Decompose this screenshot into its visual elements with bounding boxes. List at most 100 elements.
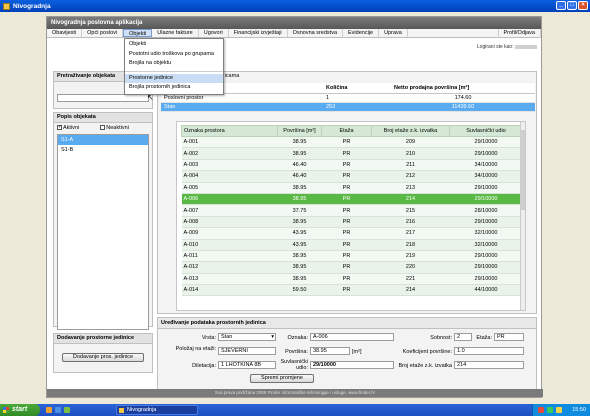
sobnost-field[interactable]: 2 <box>454 333 472 341</box>
units-scrollbar-thumb[interactable] <box>521 130 525 210</box>
units-row[interactable]: A-001 38.95 PR 209 29/10000 <box>181 136 523 149</box>
app-title: Nivogradnja poslovna aplikacija <box>47 17 541 29</box>
summary-cell: Stan <box>161 102 323 112</box>
window-title: Nivogradnja <box>13 2 51 10</box>
menu-opci-poslovi[interactable]: Opći poslovi <box>82 29 124 37</box>
units-cell: 29/10000 <box>449 250 523 263</box>
search-input[interactable] <box>57 94 149 102</box>
units-cell: 38.95 <box>277 182 322 194</box>
units-cell: 209 <box>371 136 450 149</box>
units-row[interactable]: A-006 38.95 PR 214 29/10000 <box>181 193 523 206</box>
minimize-button[interactable]: _ <box>556 1 566 10</box>
menu-profil-odjava[interactable]: Profil/Odjava <box>497 29 541 38</box>
units-row[interactable]: A-013 38.95 PR 221 29/10000 <box>181 273 523 286</box>
menu-financijski-izvjestaji[interactable]: Financijski izvještaji <box>229 29 288 37</box>
start-button[interactable]: start <box>0 404 40 416</box>
maximize-button[interactable]: □ <box>567 1 577 10</box>
etaza-field[interactable]: PR <box>494 333 524 341</box>
tray-icon[interactable] <box>538 407 544 413</box>
active-label: Aktivni <box>63 125 80 131</box>
units-cell: 38.95 <box>277 147 322 160</box>
menu-ulazne-fakture[interactable]: Ulazne fakture <box>152 29 199 37</box>
window-content: Nivogradnja poslovna aplikacija Obavijes… <box>0 12 590 404</box>
units-cell: A-007 <box>181 204 278 217</box>
logged-in-info: Logirani ste kao: <box>477 44 537 50</box>
inactive-checkbox[interactable] <box>100 125 106 131</box>
menu-evidencije[interactable]: Evidencije <box>343 29 380 37</box>
summary-row[interactable]: Stan 253 11439.60 <box>161 102 535 112</box>
object-list-panel: Popis objekata ✓Aktivni Neaktivni S1-A S… <box>53 112 153 330</box>
oznaka-field[interactable]: A-006 <box>310 333 394 341</box>
units-cell: 46.40 <box>277 159 322 172</box>
menu-objekti[interactable]: Objekti <box>123 29 153 37</box>
units-cell: A-005 <box>181 182 278 194</box>
quicklaunch-icon[interactable] <box>64 407 70 413</box>
dropdown-item-prostorne-jedinice[interactable]: Prostorne jedinice <box>125 73 223 83</box>
units-row[interactable]: A-004 46.40 PR 212 34/10000 <box>181 170 523 183</box>
add-unit-title: Dodavanje prostorne jedinice <box>54 334 152 344</box>
units-cell: 212 <box>371 170 450 183</box>
diletacija-field[interactable]: 1 LHOTKINA 8B <box>218 361 276 369</box>
units-row[interactable]: A-010 43.95 PR 218 32/10000 <box>181 239 523 251</box>
active-checkbox[interactable]: ✓ <box>57 125 62 131</box>
etaza-label: Etaža: <box>476 335 492 341</box>
units-row[interactable]: A-008 38.95 PR 216 29/10000 <box>181 216 523 229</box>
units-row[interactable]: A-003 46.40 PR 211 34/10000 <box>181 159 523 172</box>
dropdown-item-brojila-prostornih[interactable]: Brojila prostornih jedinica <box>125 83 223 93</box>
menu-obavijesti[interactable]: Obavijesti <box>47 29 83 37</box>
taskbar-item-nivogradnja[interactable]: Nivogradnja <box>116 405 198 415</box>
povrsina-field[interactable]: 38.95 <box>310 347 350 355</box>
suvlasnicki-label: Suvlasnički udio: <box>280 359 308 371</box>
polozaj-field[interactable]: SJEVERNI <box>218 347 276 355</box>
units-cell: 214 <box>371 284 450 297</box>
add-unit-button[interactable]: Dodavanje pros. jedinice <box>62 353 144 362</box>
units-row[interactable]: A-009 43.95 PR 217 32/10000 <box>181 227 523 240</box>
units-cell: PR <box>321 159 372 172</box>
dropdown-item-postotni-udio[interactable]: Postotni udio troškova po grupama <box>125 50 223 60</box>
units-cell: 43.95 <box>277 227 322 240</box>
units-row[interactable]: A-011 38.95 PR 219 29/10000 <box>181 250 523 263</box>
tray-icon[interactable] <box>547 407 553 413</box>
koeficijent-field[interactable]: 1.0 <box>454 347 524 355</box>
logged-in-user <box>515 44 537 49</box>
dropdown-item-objekti[interactable]: Objekti <box>125 40 223 50</box>
units-cell: 219 <box>371 250 450 263</box>
quicklaunch-icon[interactable] <box>55 407 61 413</box>
units-cell: 29/10000 <box>449 136 523 149</box>
vrsta-select[interactable]: Stan ▾ <box>218 333 276 341</box>
units-row[interactable]: A-014 59.50 PR 214 44/10000 <box>181 284 523 297</box>
units-cell: 211 <box>371 159 450 172</box>
units-cell: 38.95 <box>277 193 322 206</box>
koeficijent-label: Koeficijent površine: <box>402 349 452 355</box>
units-scrollbar[interactable] <box>520 122 525 310</box>
units-row[interactable]: A-012 38.95 PR 220 29/10000 <box>181 261 523 274</box>
dropdown-item-brojila-objekt[interactable]: Brojila na objektu <box>125 59 223 69</box>
object-item-s1a[interactable]: S1-A <box>58 135 148 145</box>
polozaj-label: Položaj na etaži: <box>175 346 216 352</box>
broj-etaze-label: Broj etaže z.k. izvatka <box>398 363 453 369</box>
units-cell: PR <box>321 136 372 149</box>
units-header-suvlasnicki: Suvlasnički udio <box>449 125 523 137</box>
units-row[interactable]: A-002 38.95 PR 210 29/10000 <box>181 147 523 160</box>
menu-osnovna-sredstva[interactable]: Osnovna sredstva <box>288 29 343 37</box>
units-cell: PR <box>321 261 372 274</box>
units-cell: A-002 <box>181 147 278 160</box>
units-cell: 29/10000 <box>449 261 523 274</box>
units-cell: A-010 <box>181 239 278 251</box>
suvlasnicki-field[interactable]: 29/10000 <box>310 361 394 369</box>
units-cell: PR <box>321 250 372 263</box>
save-changes-button[interactable]: Spremi promjene <box>250 374 314 383</box>
menu-ugovori[interactable]: Ugovori <box>199 29 229 37</box>
broj-etaze-field[interactable]: 214 <box>454 361 524 369</box>
units-cell: PR <box>321 193 372 206</box>
summary-header-povrsina: Netto prodajna površina [m²] <box>391 83 535 94</box>
units-cell: 214 <box>371 193 450 206</box>
units-row[interactable]: A-005 38.95 PR 213 29/10000 <box>181 182 523 194</box>
units-row[interactable]: A-007 37.75 PR 215 28/10000 <box>181 204 523 217</box>
menu-uprava[interactable]: Uprava <box>379 29 408 37</box>
units-cell: A-006 <box>181 193 278 206</box>
tray-icon[interactable] <box>556 407 562 413</box>
quicklaunch-icon[interactable] <box>46 407 52 413</box>
object-item-s1b[interactable]: S1-B <box>58 145 148 155</box>
close-button[interactable]: × <box>578 1 588 10</box>
